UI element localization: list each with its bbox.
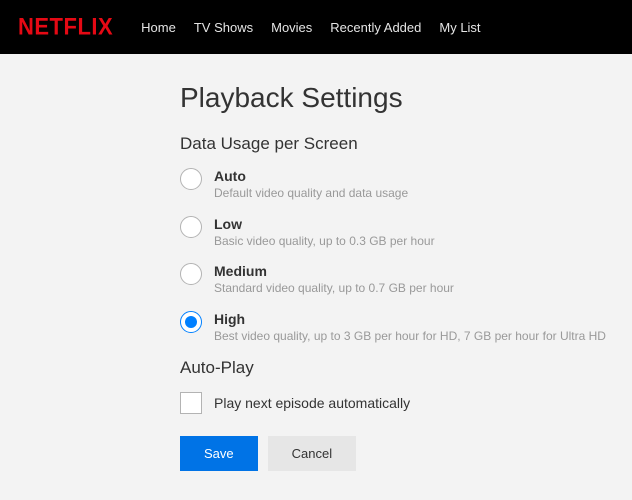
- autoplay-checkbox[interactable]: [180, 392, 202, 414]
- option-label: Medium: [214, 263, 454, 279]
- top-nav: NETFLIX Home TV Shows Movies Recently Ad…: [0, 0, 632, 54]
- autoplay-row: Play next episode automatically: [180, 392, 632, 414]
- radio-auto[interactable]: [180, 168, 202, 190]
- page-title: Playback Settings: [180, 82, 632, 114]
- nav-recently-added[interactable]: Recently Added: [330, 20, 421, 35]
- autoplay-heading: Auto-Play: [180, 358, 632, 378]
- option-auto: Auto Default video quality and data usag…: [180, 168, 610, 202]
- data-usage-heading: Data Usage per Screen: [180, 134, 632, 154]
- button-row: Save Cancel: [180, 436, 632, 471]
- option-low: Low Basic video quality, up to 0.3 GB pe…: [180, 216, 610, 250]
- nav-movies[interactable]: Movies: [271, 20, 312, 35]
- nav-home[interactable]: Home: [141, 20, 176, 35]
- option-medium: Medium Standard video quality, up to 0.7…: [180, 263, 610, 297]
- autoplay-label: Play next episode automatically: [214, 395, 410, 411]
- option-desc: Best video quality, up to 3 GB per hour …: [214, 329, 606, 345]
- settings-panel: Playback Settings Data Usage per Screen …: [0, 54, 632, 471]
- radio-low[interactable]: [180, 216, 202, 238]
- nav-tv-shows[interactable]: TV Shows: [194, 20, 253, 35]
- nav-my-list[interactable]: My List: [439, 20, 480, 35]
- option-desc: Default video quality and data usage: [214, 186, 408, 202]
- option-desc: Standard video quality, up to 0.7 GB per…: [214, 281, 454, 297]
- option-desc: Basic video quality, up to 0.3 GB per ho…: [214, 234, 435, 250]
- radio-medium[interactable]: [180, 263, 202, 285]
- save-button[interactable]: Save: [180, 436, 258, 471]
- radio-high[interactable]: [180, 311, 202, 333]
- option-label: High: [214, 311, 606, 327]
- cancel-button[interactable]: Cancel: [268, 436, 356, 471]
- option-label: Low: [214, 216, 435, 232]
- option-high: High Best video quality, up to 3 GB per …: [180, 311, 610, 345]
- netflix-logo[interactable]: NETFLIX: [18, 13, 113, 42]
- option-label: Auto: [214, 168, 408, 184]
